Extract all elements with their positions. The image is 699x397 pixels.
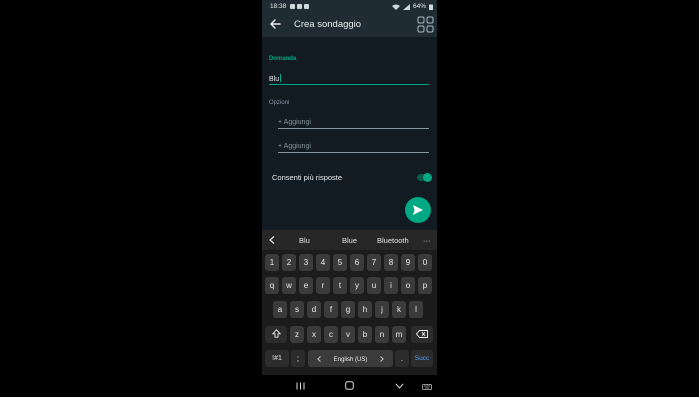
key[interactable]: l [409,301,423,318]
enter-key[interactable]: Succ [411,350,433,367]
send-icon [413,205,423,215]
space-key[interactable]: English (US) [308,350,393,367]
key[interactable]: n [375,326,389,343]
toggle-knob [423,173,432,182]
backspace-key[interactable] [411,326,433,343]
chevron-right-icon [380,356,384,362]
send-button[interactable] [405,197,431,223]
shift-key[interactable] [265,326,287,343]
multi-answer-label: Consenti più risposte [272,173,343,182]
period-key[interactable]: . [395,350,409,367]
suggestion-item[interactable]: Blue [342,236,357,245]
key[interactable]: b [358,326,372,343]
comma-key[interactable]: ; [291,350,305,367]
key[interactable]: y [350,277,364,294]
chevron-left-icon[interactable] [269,236,275,244]
notification-icons [290,4,310,9]
key[interactable]: 9 [401,254,415,271]
notification-icon [290,4,296,9]
key[interactable]: i [384,277,398,294]
back-arrow-icon[interactable] [268,17,282,31]
key[interactable]: d [307,301,321,318]
keyboard-icon[interactable] [422,384,432,390]
text-caret [280,74,282,82]
option-input-1[interactable]: + Aggiungi [278,117,429,129]
notification-icon [297,4,303,9]
key[interactable]: k [392,301,406,318]
more-suggestions[interactable]: ··· [423,236,431,245]
key[interactable]: 0 [418,254,432,271]
suggestion-item[interactable]: Bluetooth [377,236,409,245]
suggestion-item[interactable]: Blu [299,236,310,245]
suggestion-bar: Blu Blue Bluetooth ··· [262,230,437,250]
key[interactable]: 1 [265,254,279,271]
key[interactable]: p [418,277,432,294]
notification-icon [304,4,310,9]
key[interactable]: z [290,326,304,343]
key[interactable]: 4 [316,254,330,271]
key[interactable]: j [375,301,389,318]
question-input[interactable]: Blu [269,71,429,85]
key[interactable]: g [341,301,355,318]
status-bar: 18:38 64% [262,0,437,13]
key[interactable]: h [358,301,372,318]
back-nav-icon[interactable] [395,383,404,389]
page-title: Crea sondaggio [294,19,362,30]
key[interactable]: 7 [367,254,381,271]
key[interactable]: o [401,277,415,294]
home-icon[interactable] [345,381,354,390]
key[interactable]: a [273,301,287,318]
key[interactable]: q [265,277,279,294]
grid-icon[interactable] [417,16,434,33]
keyboard: Blu Blue Bluetooth ··· 1 2 3 4 5 6 7 8 9… [262,230,437,397]
app-bar: Crea sondaggio [262,13,437,37]
chevron-left-icon [317,356,321,362]
battery-icon [429,4,433,10]
multi-answer-toggle[interactable] [417,173,432,182]
key[interactable]: x [307,326,321,343]
wifi-icon [391,4,400,10]
battery-level: 64% [412,3,426,10]
space-key-label: English (US) [333,357,368,363]
phone-screen: 18:38 64% Crea sondaggio Domanda Blu Opz… [262,0,437,397]
key[interactable]: c [324,326,338,343]
shift-icon [271,329,281,338]
key[interactable]: m [392,326,406,343]
question-value: Blu [269,76,280,83]
question-label: Domanda [269,56,297,62]
options-label: Opzioni [269,100,290,106]
key[interactable]: 6 [350,254,364,271]
key[interactable]: e [299,277,313,294]
symbols-key[interactable]: !#1 [265,350,289,367]
key[interactable]: t [333,277,347,294]
status-right: 64% [391,3,433,10]
key[interactable]: 2 [282,254,296,271]
key[interactable]: v [341,326,355,343]
status-time: 18:38 [270,3,287,10]
key[interactable]: s [290,301,304,318]
key[interactable]: f [324,301,338,318]
key[interactable]: w [282,277,296,294]
backspace-icon [415,330,428,338]
signal-icon [402,3,410,10]
system-nav-bar [262,375,437,397]
key[interactable]: 8 [384,254,398,271]
recents-icon[interactable] [296,382,305,390]
key[interactable]: 5 [333,254,347,271]
option-input-2[interactable]: + Aggiungi [278,141,429,153]
key[interactable]: 3 [299,254,313,271]
key[interactable]: u [367,277,381,294]
key[interactable]: r [316,277,330,294]
